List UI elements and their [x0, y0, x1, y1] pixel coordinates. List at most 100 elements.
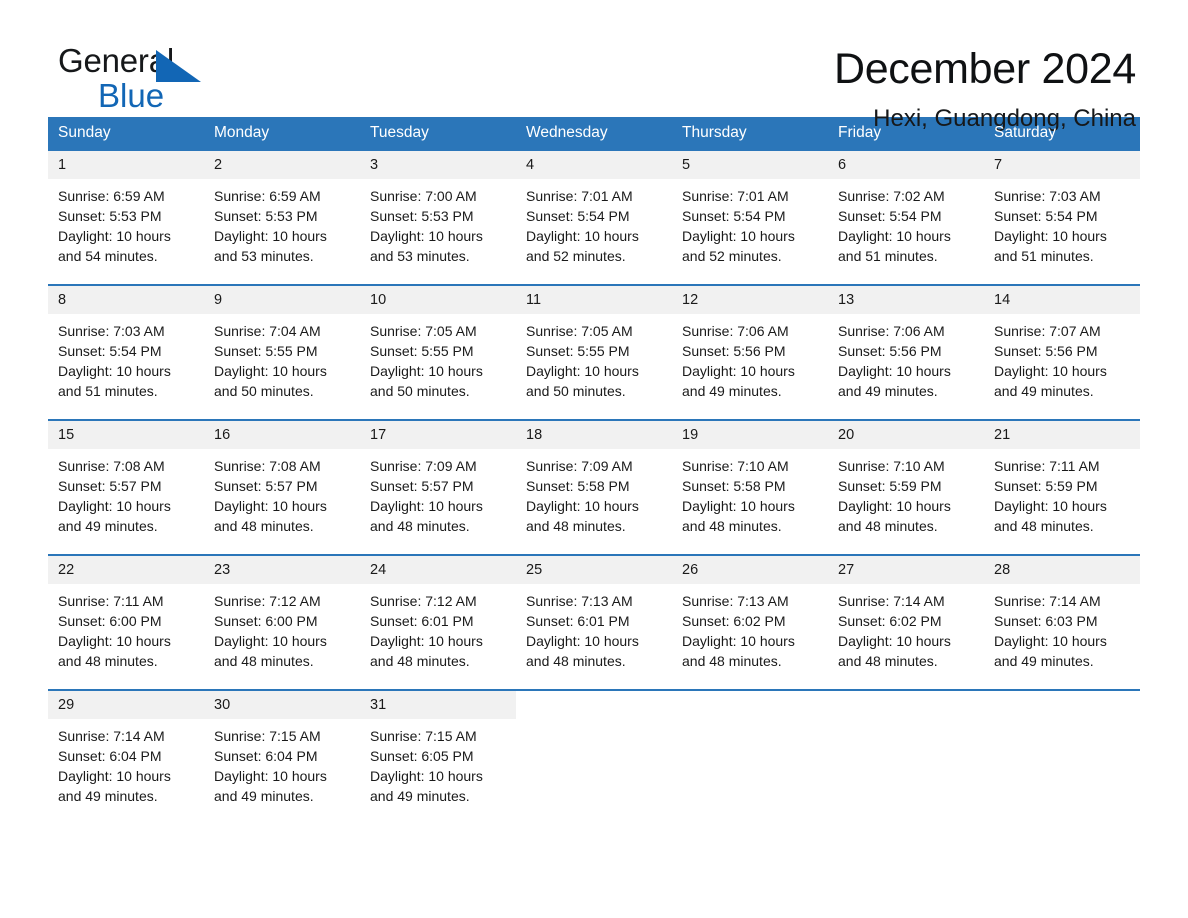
day-number: 9 [204, 286, 360, 314]
day-details: Sunrise: 7:15 AM Sunset: 6:04 PM Daylight:… [204, 719, 360, 806]
daylight-text: Daylight: 10 hours and 49 minutes. [214, 768, 327, 804]
day-number: 22 [48, 556, 204, 584]
daylight-text: Daylight: 10 hours and 49 minutes. [994, 363, 1107, 399]
day-number: 19 [672, 421, 828, 449]
sunrise-text: Sunrise: 7:01 AM [682, 188, 789, 204]
calendar-day-cell[interactable]: 28 Sunrise: 7:14 AM Sunset: 6:03 PM Dayligh… [984, 554, 1140, 690]
day-number: 12 [672, 286, 828, 314]
daylight-text: Daylight: 10 hours and 52 minutes. [526, 228, 639, 264]
day-details: Sunrise: 7:02 AM Sunset: 5:54 PM Daylight:… [828, 179, 984, 266]
calendar-day-cell[interactable]: 16 Sunrise: 7:08 AM Sunset: 5:57 PM Dayligh… [204, 419, 360, 555]
day-details: Sunrise: 7:13 AM Sunset: 6:01 PM Daylight:… [516, 584, 672, 671]
calendar-day-cell[interactable]: 10 Sunrise: 7:05 AM Sunset: 5:55 PM Dayligh… [360, 284, 516, 420]
day-details: Sunrise: 7:14 AM Sunset: 6:04 PM Daylight:… [48, 719, 204, 806]
page-masthead: General Blue December 2024 Hexi, Guangdo… [48, 0, 1140, 133]
sunset-text: Sunset: 5:54 PM [526, 208, 630, 224]
sunset-text: Sunset: 5:55 PM [214, 343, 318, 359]
day-details: Sunrise: 7:10 AM Sunset: 5:58 PM Daylight:… [672, 449, 828, 536]
day-details: Sunrise: 7:14 AM Sunset: 6:03 PM Daylight:… [984, 584, 1140, 671]
sunrise-text: Sunrise: 7:11 AM [994, 458, 1100, 474]
sunrise-text: Sunrise: 7:01 AM [526, 188, 633, 204]
calendar-day-cell[interactable]: 18 Sunrise: 7:09 AM Sunset: 5:58 PM Dayligh… [516, 419, 672, 555]
sunset-text: Sunset: 5:54 PM [58, 343, 162, 359]
sunrise-text: Sunrise: 7:15 AM [370, 728, 477, 744]
sunrise-text: Sunrise: 7:02 AM [838, 188, 945, 204]
daylight-text: Daylight: 10 hours and 49 minutes. [370, 768, 483, 804]
sunrise-text: Sunrise: 7:06 AM [682, 323, 789, 339]
daylight-text: Daylight: 10 hours and 50 minutes. [370, 363, 483, 399]
calendar-day-cell[interactable]: 17 Sunrise: 7:09 AM Sunset: 5:57 PM Dayligh… [360, 419, 516, 555]
sunrise-text: Sunrise: 7:05 AM [370, 323, 477, 339]
day-number: 1 [48, 151, 204, 179]
calendar-day-cell[interactable]: 4 Sunrise: 7:01 AM Sunset: 5:54 PM Daylight… [516, 149, 672, 285]
sunset-text: Sunset: 6:01 PM [370, 613, 474, 629]
day-number: 13 [828, 286, 984, 314]
daylight-text: Daylight: 10 hours and 48 minutes. [682, 633, 795, 669]
calendar-day-cell[interactable]: 7 Sunrise: 7:03 AM Sunset: 5:54 PM Daylight… [984, 149, 1140, 285]
calendar-table: Sunday Monday Tuesday Wednesday Thursday… [48, 117, 1140, 825]
calendar-day-cell[interactable]: 22 Sunrise: 7:11 AM Sunset: 6:00 PM Dayligh… [48, 554, 204, 690]
day-details: Sunrise: 7:08 AM Sunset: 5:57 PM Daylight:… [204, 449, 360, 536]
sunset-text: Sunset: 5:55 PM [526, 343, 630, 359]
sunrise-text: Sunrise: 7:12 AM [370, 593, 477, 609]
calendar-day-cell[interactable]: 26 Sunrise: 7:13 AM Sunset: 6:02 PM Dayligh… [672, 554, 828, 690]
daylight-text: Daylight: 10 hours and 48 minutes. [370, 633, 483, 669]
day-details: Sunrise: 7:06 AM Sunset: 5:56 PM Daylight:… [828, 314, 984, 401]
calendar-day-cell[interactable]: 24 Sunrise: 7:12 AM Sunset: 6:01 PM Dayligh… [360, 554, 516, 690]
day-number: 6 [828, 151, 984, 179]
calendar-day-cell[interactable]: 30 Sunrise: 7:15 AM Sunset: 6:04 PM Dayligh… [204, 689, 360, 825]
calendar-day-cell[interactable]: 23 Sunrise: 7:12 AM Sunset: 6:00 PM Dayligh… [204, 554, 360, 690]
sunset-text: Sunset: 5:53 PM [370, 208, 474, 224]
calendar-week-row: 15 Sunrise: 7:08 AM Sunset: 5:57 PM Dayligh… [48, 419, 1140, 555]
calendar-day-cell[interactable]: 25 Sunrise: 7:13 AM Sunset: 6:01 PM Dayligh… [516, 554, 672, 690]
calendar-day-cell[interactable]: 19 Sunrise: 7:10 AM Sunset: 5:58 PM Dayligh… [672, 419, 828, 555]
sunset-text: Sunset: 6:04 PM [214, 748, 318, 764]
brand-logo[interactable]: General Blue [48, 44, 248, 122]
day-details: Sunrise: 7:10 AM Sunset: 5:59 PM Daylight:… [828, 449, 984, 536]
sunrise-text: Sunrise: 7:13 AM [682, 593, 789, 609]
daylight-text: Daylight: 10 hours and 48 minutes. [994, 498, 1107, 534]
calendar-day-cell[interactable]: 27 Sunrise: 7:14 AM Sunset: 6:02 PM Dayligh… [828, 554, 984, 690]
sunset-text: Sunset: 6:04 PM [58, 748, 162, 764]
day-details: Sunrise: 7:11 AM Sunset: 5:59 PM Daylight:… [984, 449, 1140, 536]
weekday-header-wednesday: Wednesday [516, 117, 672, 150]
calendar-day-cell[interactable]: 29 Sunrise: 7:14 AM Sunset: 6:04 PM Dayligh… [48, 689, 204, 825]
sunset-text: Sunset: 5:54 PM [994, 208, 1098, 224]
daylight-text: Daylight: 10 hours and 48 minutes. [526, 498, 639, 534]
calendar-day-cell[interactable]: 2 Sunrise: 6:59 AM Sunset: 5:53 PM Daylight… [204, 149, 360, 285]
calendar-day-cell[interactable]: 8 Sunrise: 7:03 AM Sunset: 5:54 PM Daylight… [48, 284, 204, 420]
day-number: 14 [984, 286, 1140, 314]
daylight-text: Daylight: 10 hours and 49 minutes. [58, 768, 171, 804]
calendar-day-cell[interactable]: 31 Sunrise: 7:15 AM Sunset: 6:05 PM Dayligh… [360, 689, 516, 825]
calendar-day-cell[interactable]: 15 Sunrise: 7:08 AM Sunset: 5:57 PM Dayligh… [48, 419, 204, 555]
calendar-day-cell[interactable]: 11 Sunrise: 7:05 AM Sunset: 5:55 PM Dayligh… [516, 284, 672, 420]
calendar-day-cell[interactable]: 6 Sunrise: 7:02 AM Sunset: 5:54 PM Daylight… [828, 149, 984, 285]
calendar-day-cell[interactable]: 13 Sunrise: 7:06 AM Sunset: 5:56 PM Dayligh… [828, 284, 984, 420]
calendar-day-cell[interactable]: 12 Sunrise: 7:06 AM Sunset: 5:56 PM Dayligh… [672, 284, 828, 420]
day-number: 20 [828, 421, 984, 449]
day-number: 21 [984, 421, 1140, 449]
day-number: 15 [48, 421, 204, 449]
calendar-day-cell[interactable]: 21 Sunrise: 7:11 AM Sunset: 5:59 PM Dayligh… [984, 419, 1140, 555]
sunrise-text: Sunrise: 6:59 AM [58, 188, 165, 204]
day-number: 10 [360, 286, 516, 314]
calendar-day-cell[interactable]: 14 Sunrise: 7:07 AM Sunset: 5:56 PM Dayligh… [984, 284, 1140, 420]
calendar-empty-cell [828, 689, 984, 825]
sunrise-text: Sunrise: 7:13 AM [526, 593, 633, 609]
triangle-flag-icon [156, 50, 201, 82]
calendar-day-cell[interactable]: 20 Sunrise: 7:10 AM Sunset: 5:59 PM Dayligh… [828, 419, 984, 555]
calendar-day-cell[interactable]: 3 Sunrise: 7:00 AM Sunset: 5:53 PM Daylight… [360, 149, 516, 285]
day-number: 17 [360, 421, 516, 449]
calendar-day-cell[interactable]: 9 Sunrise: 7:04 AM Sunset: 5:55 PM Daylight… [204, 284, 360, 420]
day-details: Sunrise: 7:12 AM Sunset: 6:00 PM Daylight:… [204, 584, 360, 671]
sunrise-text: Sunrise: 7:08 AM [58, 458, 165, 474]
sunset-text: Sunset: 5:59 PM [994, 478, 1098, 494]
sunset-text: Sunset: 6:03 PM [994, 613, 1098, 629]
day-details: Sunrise: 7:03 AM Sunset: 5:54 PM Daylight:… [984, 179, 1140, 266]
daylight-text: Daylight: 10 hours and 48 minutes. [838, 633, 951, 669]
day-details: Sunrise: 7:05 AM Sunset: 5:55 PM Daylight:… [360, 314, 516, 401]
calendar-day-cell[interactable]: 5 Sunrise: 7:01 AM Sunset: 5:54 PM Daylight… [672, 149, 828, 285]
sunrise-text: Sunrise: 7:11 AM [58, 593, 164, 609]
calendar-day-cell[interactable]: 1 Sunrise: 6:59 AM Sunset: 5:53 PM Daylight… [48, 149, 204, 285]
sunrise-text: Sunrise: 7:06 AM [838, 323, 945, 339]
